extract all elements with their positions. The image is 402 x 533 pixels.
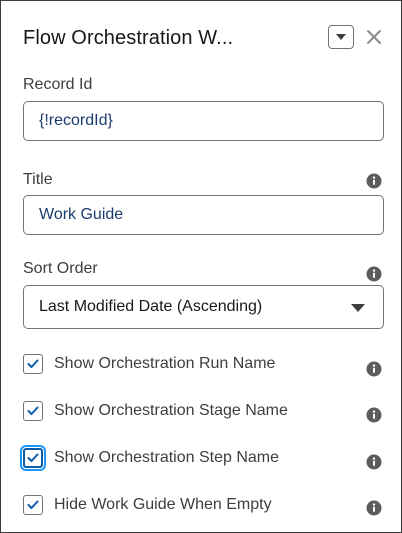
record-id-label: Record Id xyxy=(23,76,93,93)
info-icon[interactable] xyxy=(366,454,382,470)
close-button[interactable] xyxy=(362,25,386,49)
sort-order-select[interactable]: Last Modified Date (Ascending) xyxy=(23,285,384,329)
title-input[interactable] xyxy=(23,195,384,235)
info-icon[interactable] xyxy=(366,361,382,377)
show-run-name-checkbox[interactable] xyxy=(23,354,43,374)
chevron-down-icon xyxy=(336,34,346,40)
hide-when-empty-checkbox[interactable] xyxy=(23,495,43,515)
checkbox-row-hide-when-empty[interactable]: Hide Work Guide When Empty xyxy=(23,494,272,516)
show-step-name-label: Show Orchestration Step Name xyxy=(54,449,279,466)
sort-order-label: Sort Order xyxy=(23,260,98,277)
hide-when-empty-label: Hide Work Guide When Empty xyxy=(54,496,272,513)
info-icon[interactable] xyxy=(366,173,382,189)
show-run-name-label: Show Orchestration Run Name xyxy=(54,355,276,372)
info-icon[interactable] xyxy=(366,407,382,423)
show-step-name-checkbox[interactable] xyxy=(23,448,43,468)
checkmark-icon xyxy=(27,359,39,368)
close-icon xyxy=(367,30,381,44)
panel-menu-button[interactable] xyxy=(328,25,354,49)
checkbox-row-show-run-name[interactable]: Show Orchestration Run Name xyxy=(23,353,275,375)
checkbox-row-show-step-name[interactable]: Show Orchestration Step Name xyxy=(23,447,279,469)
property-panel: Flow Orchestration W... Record Id Title … xyxy=(0,0,402,533)
show-stage-name-label: Show Orchestration Stage Name xyxy=(54,402,288,419)
show-stage-name-checkbox[interactable] xyxy=(23,401,43,421)
checkmark-icon xyxy=(27,500,39,509)
chevron-down-icon xyxy=(351,304,365,312)
info-icon[interactable] xyxy=(366,500,382,516)
panel-title: Flow Orchestration W... xyxy=(23,27,234,49)
checkbox-row-show-stage-name[interactable]: Show Orchestration Stage Name xyxy=(23,400,288,422)
sort-order-selected-value: Last Modified Date (Ascending) xyxy=(39,298,263,315)
title-label: Title xyxy=(23,171,53,188)
record-id-input[interactable] xyxy=(23,101,384,141)
info-icon[interactable] xyxy=(366,266,382,282)
checkmark-icon xyxy=(27,453,39,462)
checkmark-icon xyxy=(27,406,39,415)
